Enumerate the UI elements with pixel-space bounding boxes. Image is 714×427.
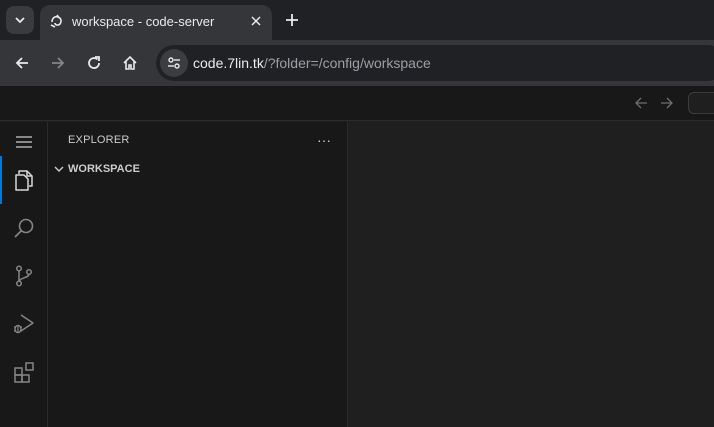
activity-extensions[interactable] <box>0 348 48 396</box>
plus-icon <box>286 14 298 26</box>
go-forward-button[interactable] <box>658 94 676 112</box>
activity-run-debug[interactable] <box>0 300 48 348</box>
activity-search[interactable] <box>0 204 48 252</box>
tab-close-button[interactable] <box>246 11 266 31</box>
back-button[interactable] <box>8 49 36 77</box>
workspace-section-label: WORKSPACE <box>68 163 140 175</box>
browser-toolbar: code.7lin.tk/?folder=/config/workspace <box>0 40 714 86</box>
menu-icon <box>16 136 32 148</box>
arrow-left-icon <box>635 97 647 109</box>
more-actions-button[interactable]: ··· <box>314 131 334 149</box>
address-bar[interactable]: code.7lin.tk/?folder=/config/workspace <box>156 45 714 81</box>
arrow-right-icon <box>52 57 65 69</box>
source-control-icon <box>15 265 33 287</box>
reload-button[interactable] <box>80 49 108 77</box>
new-tab-button[interactable] <box>281 9 303 31</box>
code-server-logo-icon <box>50 14 62 28</box>
tab-title: workspace - code-server <box>72 14 215 29</box>
tune-icon <box>168 57 180 69</box>
browser-tab-strip: workspace - code-server <box>0 0 714 40</box>
tab-search-button[interactable] <box>6 6 34 34</box>
chevron-down-icon <box>54 166 64 172</box>
arrow-left-icon <box>15 57 28 69</box>
url-text: code.7lin.tk/?folder=/config/workspace <box>193 55 431 71</box>
reload-icon <box>88 56 100 69</box>
url-host: code.7lin.tk <box>193 55 264 71</box>
close-icon <box>251 16 261 26</box>
activity-explorer[interactable] <box>0 156 48 204</box>
activity-source-control[interactable] <box>0 252 48 300</box>
forward-button[interactable] <box>44 49 72 77</box>
browser-tab[interactable]: workspace - code-server <box>40 5 272 40</box>
home-button[interactable] <box>116 49 144 77</box>
command-center[interactable] <box>688 92 714 114</box>
sidebar-title: EXPLORER <box>68 134 130 146</box>
go-back-button[interactable] <box>632 94 650 112</box>
extensions-icon <box>14 362 34 383</box>
vscode-title-bar <box>0 86 714 121</box>
chevron-down-icon <box>15 17 25 24</box>
explorer-icon <box>15 170 33 191</box>
url-path: /?folder=/config/workspace <box>263 55 431 71</box>
search-icon <box>14 218 34 238</box>
activity-bar <box>0 122 48 427</box>
editor-area[interactable] <box>348 122 714 427</box>
arrow-right-icon <box>661 97 673 109</box>
explorer-sidebar: EXPLORER ··· WORKSPACE <box>48 122 348 427</box>
run-debug-icon <box>14 314 34 334</box>
workspace-section-header[interactable]: WORKSPACE <box>48 158 347 180</box>
home-icon <box>123 55 137 70</box>
application-menu-button[interactable] <box>12 130 36 154</box>
site-info-button[interactable] <box>160 49 188 77</box>
